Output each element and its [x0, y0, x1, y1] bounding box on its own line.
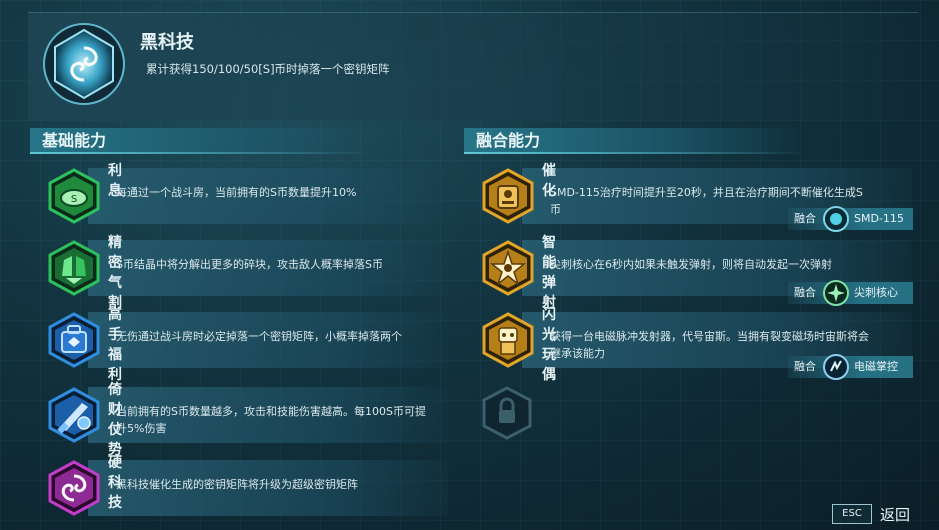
fusion-target: 电磁掌控	[854, 360, 898, 373]
fusion-label: 融合	[794, 286, 816, 299]
gold-spike-icon	[480, 240, 536, 296]
ability-desc: 每通过一个战斗房，当前拥有的S币数量提升10%	[116, 186, 357, 199]
gold-doll-icon	[480, 312, 536, 368]
fusion-section-title: 融合能力	[464, 128, 806, 154]
ability-desc: 无伤通过战斗房时必定掉落一个密钥矩阵，小概率掉落两个	[116, 330, 402, 343]
fusion-label: 融合	[794, 212, 816, 225]
smd-115-icon	[822, 205, 850, 233]
fusion-tag-em-control[interactable]: 融合 电磁掌控	[788, 353, 913, 381]
fusion-tag-spike-core[interactable]: 融合 尖刺核心	[788, 279, 913, 307]
green-coin-icon: S	[46, 168, 102, 224]
ability-desc: S币结晶中将分解出更多的碎块，攻击敌人概率掉落S币	[116, 258, 383, 271]
locked-fusion-slot[interactable]	[480, 386, 534, 440]
svg-text:S: S	[71, 194, 77, 205]
header-description: 累计获得150/100/50[S]币时掉落一个密钥矩阵	[146, 62, 390, 76]
gold-robot-icon	[480, 168, 536, 224]
green-crystal-icon	[46, 240, 102, 296]
black-tech-vortex-icon	[42, 22, 126, 106]
back-button[interactable]: 返回	[880, 504, 910, 525]
blue-bag-icon	[46, 312, 102, 368]
fusion-target: 尖刺核心	[854, 286, 898, 299]
em-control-icon	[822, 353, 850, 381]
esc-key-hint[interactable]: ESC	[832, 504, 872, 524]
lock-icon	[482, 386, 532, 440]
fusion-tag-smd115[interactable]: 融合 SMD-115	[788, 205, 913, 233]
fusion-label: 融合	[794, 360, 816, 373]
header-title: 黑科技	[140, 32, 194, 53]
ability-desc: 黑科技催化生成的密钥矩阵将升级为超级密钥矩阵	[116, 478, 358, 491]
ability-desc: 尖刺核心在6秒内如果未触发弹射，则将自动发起一次弹射	[550, 258, 832, 271]
ability-desc: 当前拥有的S币数量越多，攻击和技能伤害越高。每100S币可提升5%伤害	[116, 405, 426, 435]
fusion-target: SMD-115	[854, 212, 904, 225]
purple-vortex-icon	[46, 460, 102, 516]
basic-section-title: 基础能力	[30, 128, 372, 154]
blue-sword-icon	[46, 387, 102, 443]
spike-core-icon	[822, 279, 850, 307]
